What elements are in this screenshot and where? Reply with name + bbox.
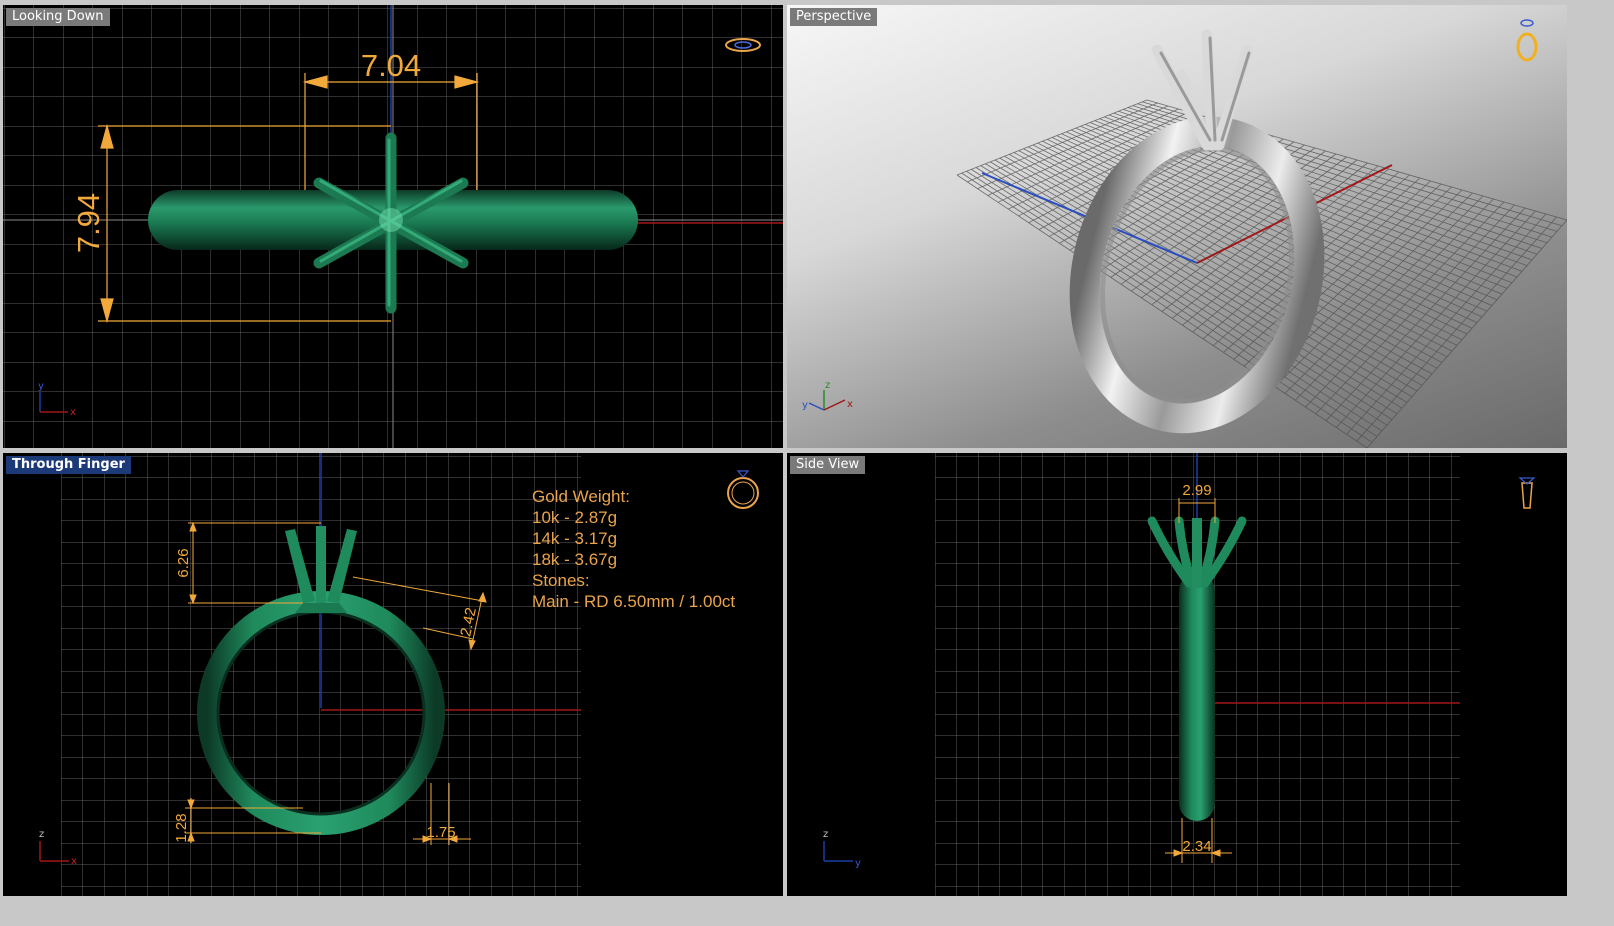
- stones-heading: Stones:: [532, 571, 590, 590]
- viewport-title-side-view[interactable]: Side View: [790, 456, 866, 474]
- viewport-title-through-finger[interactable]: Through Finger: [6, 456, 131, 474]
- gold-weight-14k: 14k - 3.17g: [532, 529, 617, 548]
- dim-bottom-thickness-label: 1.28: [173, 813, 190, 842]
- ring-perspective-icon[interactable]: [1516, 19, 1538, 62]
- dim-width-label: 7.04: [361, 48, 421, 83]
- axis-indicator-perspective: z y x: [802, 380, 853, 411]
- svg-text:y: y: [802, 400, 808, 411]
- ring-side-icon[interactable]: [1518, 477, 1536, 509]
- gold-weight-10k: 10k - 2.87g: [532, 508, 617, 527]
- gold-weight-18k: 18k - 3.67g: [532, 550, 617, 569]
- side-view-canvas: 2.99 2.34 z y: [823, 453, 1536, 896]
- stones-main: Main - RD 6.50mm / 1.00ct: [532, 592, 735, 611]
- svg-text:x: x: [71, 856, 77, 867]
- perspective-canvas: z y x: [802, 19, 1567, 448]
- viewport-through-finger[interactable]: 6.26 2.42 1.28 1.75 Gold Weight: 10k - 2…: [3, 453, 783, 896]
- ring-model-perspective: [1069, 29, 1325, 434]
- through-finger-canvas: 6.26 2.42 1.28 1.75 Gold Weight: 10k - 2…: [39, 453, 759, 896]
- dim-bottom-label: 2.34: [1182, 838, 1211, 855]
- svg-text:z: z: [825, 380, 830, 391]
- dim-prong-height-label: 6.26: [175, 548, 192, 577]
- dim-top-label: 2.99: [1182, 482, 1211, 499]
- viewport-title-perspective[interactable]: Perspective: [790, 8, 878, 26]
- dim-bottom-width-label: 1.75: [426, 824, 455, 841]
- viewport-perspective[interactable]: z y x Perspective: [787, 5, 1567, 448]
- gold-weight-heading: Gold Weight:: [532, 487, 630, 506]
- axis-indicator-side: z y: [823, 829, 861, 869]
- viewport-side-view[interactable]: 2.99 2.34 z y Side View: [787, 453, 1567, 896]
- svg-text:x: x: [847, 399, 853, 410]
- dim-height-label: 7.94: [71, 193, 106, 253]
- viewport-title-looking-down[interactable]: Looking Down: [6, 8, 110, 26]
- viewport-looking-down[interactable]: 7.04 7.94 y x Looking Down: [3, 5, 783, 448]
- looking-down-canvas: 7.04 7.94 y x: [3, 5, 783, 448]
- svg-text:x: x: [70, 407, 76, 418]
- ring-front-icon[interactable]: [727, 470, 759, 509]
- svg-text:y: y: [855, 858, 861, 869]
- svg-text:z: z: [823, 829, 828, 840]
- svg-text:z: z: [39, 829, 44, 840]
- svg-text:y: y: [38, 381, 44, 392]
